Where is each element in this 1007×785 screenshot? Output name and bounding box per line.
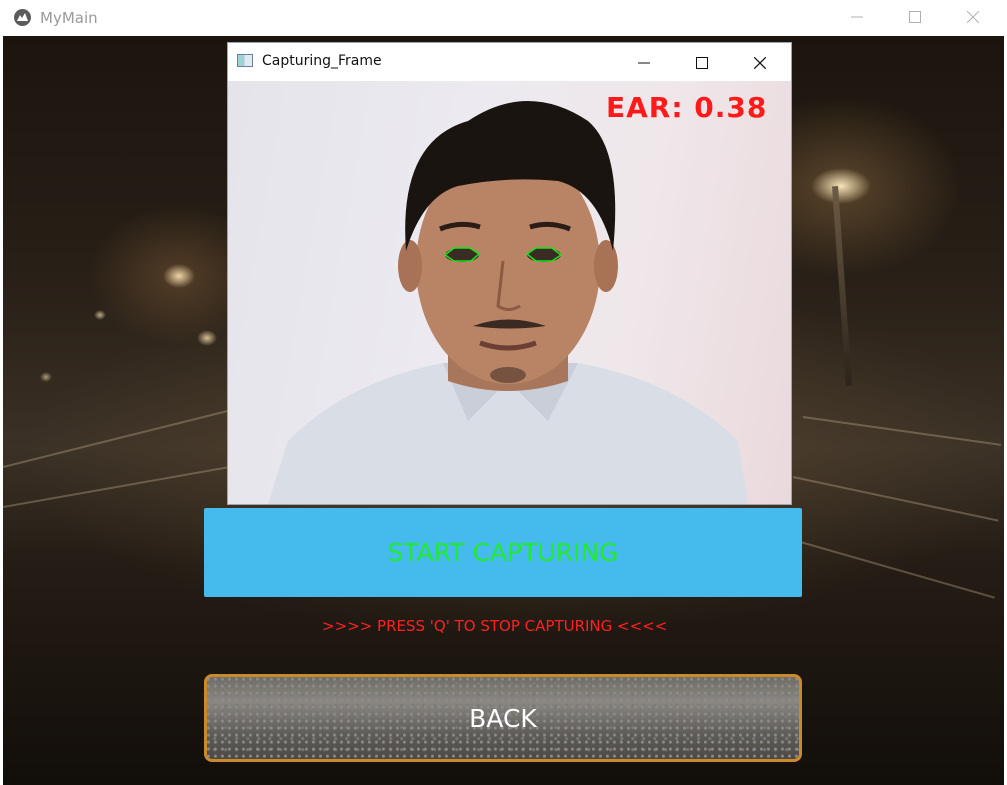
window-app-icon <box>237 54 253 67</box>
capture-window-title: Capturing_Frame <box>262 53 382 69</box>
main-window: MyMain Capturing_Frame EAR: 0.38 START C… <box>0 0 1007 785</box>
close-icon <box>967 11 979 23</box>
close-icon <box>754 57 766 69</box>
webcam-image <box>268 101 748 504</box>
capturing-frame-window: Capturing_Frame EAR: 0.38 <box>228 43 791 504</box>
maximize-icon <box>909 11 921 23</box>
back-button[interactable]: BACK <box>204 674 802 762</box>
minimize-button[interactable] <box>828 0 886 34</box>
camera-feed: EAR: 0.38 <box>228 81 791 504</box>
stop-hint-text: >>>> PRESS 'Q' TO STOP CAPTURING <<<< <box>322 617 668 635</box>
start-capturing-button[interactable]: START CAPTURING <box>204 508 802 597</box>
street-light-pole <box>832 186 852 386</box>
minimize-icon <box>851 16 863 18</box>
minimize-icon <box>638 62 650 64</box>
maximize-icon <box>696 57 708 69</box>
light-streak <box>792 476 999 522</box>
maximize-button[interactable] <box>886 0 944 34</box>
window-title: MyMain <box>40 9 98 27</box>
close-button[interactable] <box>944 0 1002 34</box>
capture-minimize-button[interactable] <box>615 46 673 80</box>
capture-titlebar[interactable]: Capturing_Frame <box>228 43 791 80</box>
capture-close-button[interactable] <box>731 46 789 80</box>
capture-maximize-button[interactable] <box>673 46 731 80</box>
light-streak <box>3 403 256 468</box>
main-titlebar[interactable]: MyMain <box>0 0 1007 36</box>
ear-readout: EAR: 0.38 <box>606 91 768 124</box>
light-streak <box>782 536 995 599</box>
light-streak <box>802 416 1002 446</box>
light-streak <box>3 464 240 508</box>
kivy-logo-icon <box>14 9 31 26</box>
